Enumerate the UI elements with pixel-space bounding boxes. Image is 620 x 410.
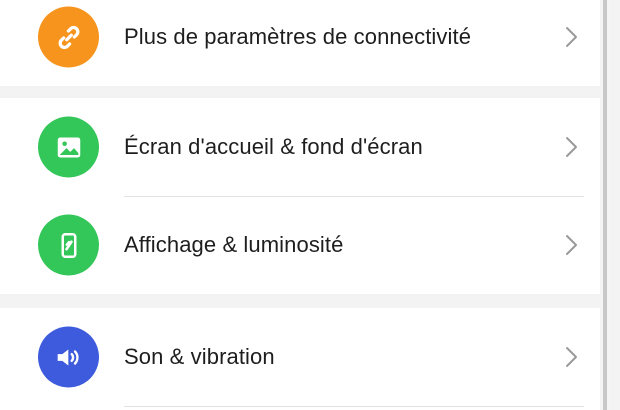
chevron-right-icon — [566, 347, 577, 367]
link-icon — [38, 6, 99, 68]
chevron-right-icon — [566, 137, 577, 157]
settings-screen: Plus de paramètres de connectivité Écran… — [0, 0, 620, 410]
settings-item-label: Plus de paramètres de connectivité — [124, 24, 472, 49]
chevron-right-icon — [566, 27, 577, 47]
chevron-right-icon — [566, 235, 577, 255]
settings-group-sound: Son & vibration — [0, 308, 600, 410]
scrollbar[interactable] — [603, 0, 607, 410]
settings-group-connectivity: Plus de paramètres de connectivité — [0, 0, 600, 86]
settings-item-label: Affichage & luminosité — [124, 232, 344, 257]
divider — [124, 406, 584, 407]
settings-item-home-wallpaper[interactable]: Écran d'accueil & fond d'écran — [0, 98, 600, 196]
settings-item-sound-vibration[interactable]: Son & vibration — [0, 308, 600, 406]
image-icon — [38, 116, 99, 178]
speaker-icon — [38, 326, 99, 388]
settings-item-more-connectivity[interactable]: Plus de paramètres de connectivité — [0, 0, 600, 86]
settings-item-label: Écran d'accueil & fond d'écran — [124, 134, 423, 159]
settings-group-display: Écran d'accueil & fond d'écran Affichage… — [0, 98, 600, 294]
settings-item-display-brightness[interactable]: Affichage & luminosité — [0, 196, 600, 294]
phone-display-icon — [38, 214, 99, 276]
settings-item-label: Son & vibration — [124, 344, 275, 369]
